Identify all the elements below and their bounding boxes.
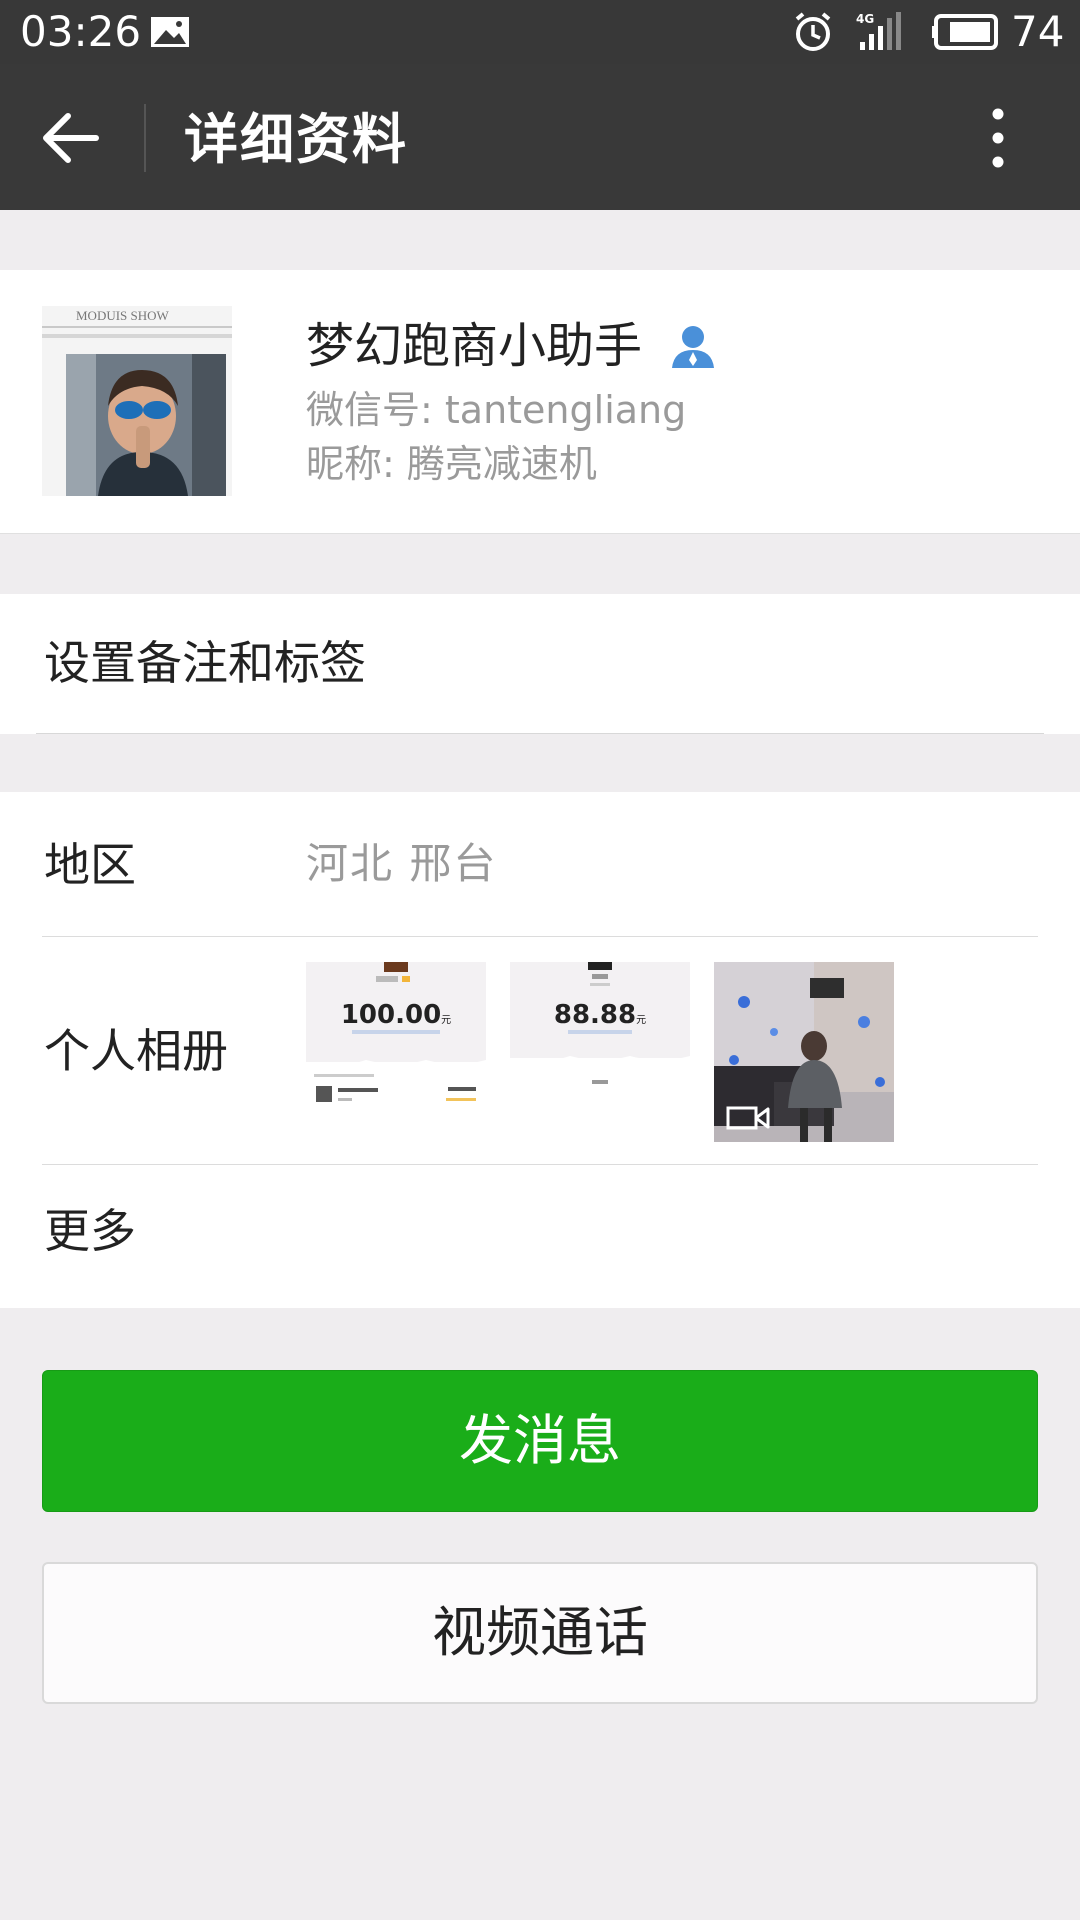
album-label: 个人相册 (44, 1024, 228, 1078)
remark-tags-row[interactable]: 设置备注和标签 (0, 594, 1080, 734)
album-thumb-red-packet[interactable]: 100.00元 (306, 962, 486, 1142)
status-bar: 03:26 4G 74 (0, 0, 1080, 64)
more-vertical-icon (992, 108, 1004, 168)
image-notification-icon (151, 17, 189, 47)
album-thumb-amount: 88.88元 (553, 1000, 647, 1030)
app-bar-divider (144, 104, 146, 172)
video-camera-icon (726, 1106, 770, 1130)
more-label: 更多 (44, 1204, 136, 1258)
more-options-button[interactable] (966, 100, 1030, 176)
battery-icon (932, 14, 998, 50)
network-type-label: 4G (856, 12, 874, 26)
alarm-icon (795, 12, 831, 51)
app-bar: 详细资料 (0, 64, 1080, 210)
avatar-caption: MODUIS SHOW (76, 308, 170, 323)
profile-card: MODUIS SHOW 梦幻跑商小助手 微信号: tantengliang 昵称… (0, 270, 1080, 534)
album-thumb-video[interactable] (714, 962, 894, 1142)
divider (42, 936, 1038, 937)
contact-person-icon (672, 326, 714, 368)
back-button[interactable] (30, 102, 114, 174)
nickname: 昵称: 腾亮减速机 (306, 442, 597, 486)
back-arrow-icon (43, 113, 99, 163)
avatar[interactable]: MODUIS SHOW (42, 306, 232, 496)
page-title: 详细资料 (184, 108, 408, 171)
avatar-image: MODUIS SHOW (42, 306, 232, 496)
status-time: 03:26 (20, 7, 142, 56)
album-thumb-transfer[interactable]: 88.88元 (510, 962, 690, 1142)
battery-level: 74 (1011, 7, 1065, 56)
remark-tags-label: 设置备注和标签 (44, 636, 366, 690)
divider (42, 1164, 1038, 1165)
video-call-button[interactable]: 视频通话 (42, 1562, 1038, 1704)
album-thumb-amount: 100.00元 (340, 1000, 452, 1030)
divider (36, 733, 1044, 734)
profile-name: 梦幻跑商小助手 (306, 318, 643, 374)
region-value: 河北 邢台 (306, 839, 498, 888)
signal-icon: 4G (856, 12, 901, 50)
info-group: 地区 河北 邢台 个人相册 100.00元 88.88元 更多 (0, 792, 1080, 1308)
region-label: 地区 (44, 838, 136, 892)
send-message-button[interactable]: 发消息 (42, 1370, 1038, 1512)
wechat-id: 微信号: tantengliang (306, 388, 687, 432)
